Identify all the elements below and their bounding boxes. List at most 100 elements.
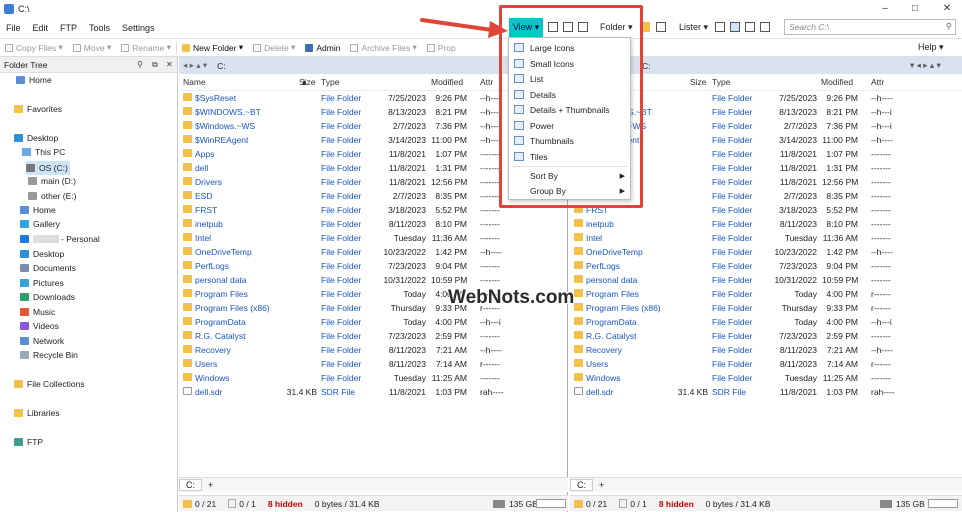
file-row[interactable]: Windows File Folder Tuesday 11:25 AM ------- [570,371,962,385]
desktop-icon [20,250,29,258]
detach-icon[interactable]: ⧉ [152,60,158,70]
menu-edit[interactable]: Edit [27,23,55,33]
file-row[interactable]: Windows File Folder Tuesday 11:25 AM ------- [179,371,567,385]
file-row[interactable]: OneDriveTemp File Folder 10/23/2022 1:42 PM… [570,245,962,259]
add-tab-button[interactable]: + [202,480,219,490]
file-row[interactable]: OneDriveTemp File Folder 10/23/2022 1:42 PM… [179,245,567,259]
file-row[interactable]: PerfLogs File Folder 7/23/2023 9:04 PM -----… [570,259,962,273]
col-name[interactable]: Name [183,77,206,87]
col-modified[interactable]: Modified [821,77,853,87]
col-attr[interactable]: Attr [871,77,884,87]
file-row[interactable]: Intel File Folder Tuesday 11:36 AM ------- [570,231,962,245]
file-row[interactable]: ProgramData File Folder Today 4:00 PM --h---… [570,315,962,329]
file-row[interactable]: Program Files (x86) File Folder Thursday 9:… [570,301,962,315]
tree-item-home[interactable]: Home [16,75,52,85]
file-time: 7:14 AM [435,359,467,369]
tree-icon[interactable] [760,22,770,32]
menu-tools[interactable]: Tools [83,23,116,33]
tree-item-main-d[interactable]: main (D:) [28,176,76,186]
lister-dropdown[interactable]: Lister ▾ [679,22,708,33]
file-time: 1:07 PM [435,149,467,159]
file-row[interactable]: personal data File Folder 10/31/2022 10:59 … [179,273,567,287]
tree-item-pictures[interactable]: Pictures [20,278,64,288]
tree-item-this-pc[interactable]: This PC [22,147,65,157]
col-size[interactable]: Size [690,77,707,87]
file-row[interactable]: ProgramData File Folder Today 4:00 PM --h---… [179,315,567,329]
tree-item-downloads[interactable]: Downloads [20,292,75,302]
col-type[interactable]: Type [321,77,339,87]
close-icon[interactable]: ✕ [166,60,173,69]
tree-item-libraries[interactable]: Libraries [14,408,60,418]
move-button[interactable]: Move ▾ [68,40,116,56]
archive-button[interactable]: Archive Files ▾ [345,40,421,56]
file-date: 11/8/2021 [779,177,817,187]
help-button[interactable]: Help ▾ [918,42,944,53]
file-row[interactable]: Recovery File Folder 8/11/2023 7:21 AM --h--… [179,343,567,357]
tree-item-network[interactable]: Network [20,336,64,346]
tree-item-home-2[interactable]: Home [20,205,56,215]
file-date: 8/11/2023 [388,345,426,355]
file-row[interactable]: inetpub File Folder 8/11/2023 8:10 PM ------… [179,217,567,231]
menu-settings[interactable]: Settings [116,23,161,33]
tree-item-desktop-2[interactable]: Desktop [20,249,64,259]
tree-item-documents[interactable]: Documents [20,263,76,273]
left-tab-c[interactable]: C: [179,479,202,491]
admin-button[interactable]: Admin [300,40,345,56]
file-row[interactable]: Intel File Folder Tuesday 11:36 AM ------- [179,231,567,245]
minimize-button[interactable]: – [874,0,896,17]
right-tab-c[interactable]: C: [570,479,593,491]
file-row[interactable]: R.G. Catalyst File Folder 7/23/2023 2:59 PM… [179,329,567,343]
tree-item-desktop[interactable]: Desktop [14,133,58,143]
col-size[interactable]: Size [299,77,316,87]
file-row[interactable]: R.G. Catalyst File Folder 7/23/2023 2:59 PM… [570,329,962,343]
grid-icon[interactable] [656,22,666,32]
left-tab-bar: C: + [179,477,568,492]
tree-item-music[interactable]: Music [20,307,55,317]
annotation-arrow [420,18,508,38]
properties-button[interactable]: Prop [422,40,461,56]
pin-icon[interactable]: ⚲ [137,60,143,69]
preview-icon[interactable] [745,22,755,32]
col-attr[interactable]: Attr [480,77,493,87]
file-row[interactable]: dell.sdr 31.4 KB SDR File 11/8/2021 1:03 PM r… [179,385,567,399]
tree-item-favorites[interactable]: Favorites [14,104,62,114]
file-row[interactable]: inetpub File Folder 8/11/2023 8:10 PM ------… [570,217,962,231]
tree-item-gallery[interactable]: Gallery [20,219,60,229]
file-time: 8:10 PM [826,219,858,229]
rename-button[interactable]: Rename ▾ [116,40,176,56]
list-layout-icon[interactable] [715,22,725,32]
tree-item-os-c[interactable]: OS (C:) [26,161,70,175]
tree-item-other-e[interactable]: other (E:) [28,191,76,201]
tree-item-file-collections[interactable]: File Collections [14,379,85,389]
file-row[interactable]: dell.sdr 31.4 KB SDR File 11/8/2021 1:03 PM r… [570,385,962,399]
file-row[interactable]: Recovery File Folder 8/11/2023 7:21 AM --h--… [570,343,962,357]
add-tab-button[interactable]: + [593,480,610,490]
nav-arrows-icon[interactable]: ▾ ◂ ▸ ▴ ▾ [910,60,941,71]
close-button[interactable]: ✕ [936,0,958,17]
file-time: 4:00 PM [435,317,467,327]
right-path-text: C: [642,60,651,71]
menu-file[interactable]: File [0,23,27,33]
dual-pane-icon[interactable] [730,22,740,32]
delete-button[interactable]: Delete ▾ [248,40,300,56]
col-type[interactable]: Type [712,77,730,87]
search-input[interactable]: Search C:\ ⚲ [784,19,956,35]
file-row[interactable]: Users File Folder 8/11/2023 7:14 AM r------ [570,357,962,371]
file-row[interactable]: Program Files File Folder Today 4:00 PM r---… [570,287,962,301]
new-folder-button[interactable]: New Folder ▾ [177,40,248,56]
nav-arrows-icon[interactable]: ◂ ▸ ▴ ▾ [183,60,207,71]
folder-icon [14,409,23,417]
col-modified[interactable]: Modified [431,77,463,87]
maximize-button[interactable]: □ [904,0,926,17]
file-row[interactable]: Users File Folder 8/11/2023 7:14 AM r------ [179,357,567,371]
menu-ftp[interactable]: FTP [54,23,83,33]
file-row[interactable]: PerfLogs File Folder 7/23/2023 9:04 PM -----… [179,259,567,273]
tree-item-recycle-bin[interactable]: Recycle Bin [20,350,78,360]
file-row[interactable]: personal data File Folder 10/31/2022 10:59 … [570,273,962,287]
tree-item-videos[interactable]: Videos [20,321,59,331]
folder-icon [14,380,23,388]
tree-item-onedrive[interactable]: - Personal [20,234,100,244]
copy-files-button[interactable]: Copy Files ▾ [0,40,68,56]
tree-item-ftp[interactable]: FTP [14,437,43,447]
file-type: File Folder [712,107,753,117]
